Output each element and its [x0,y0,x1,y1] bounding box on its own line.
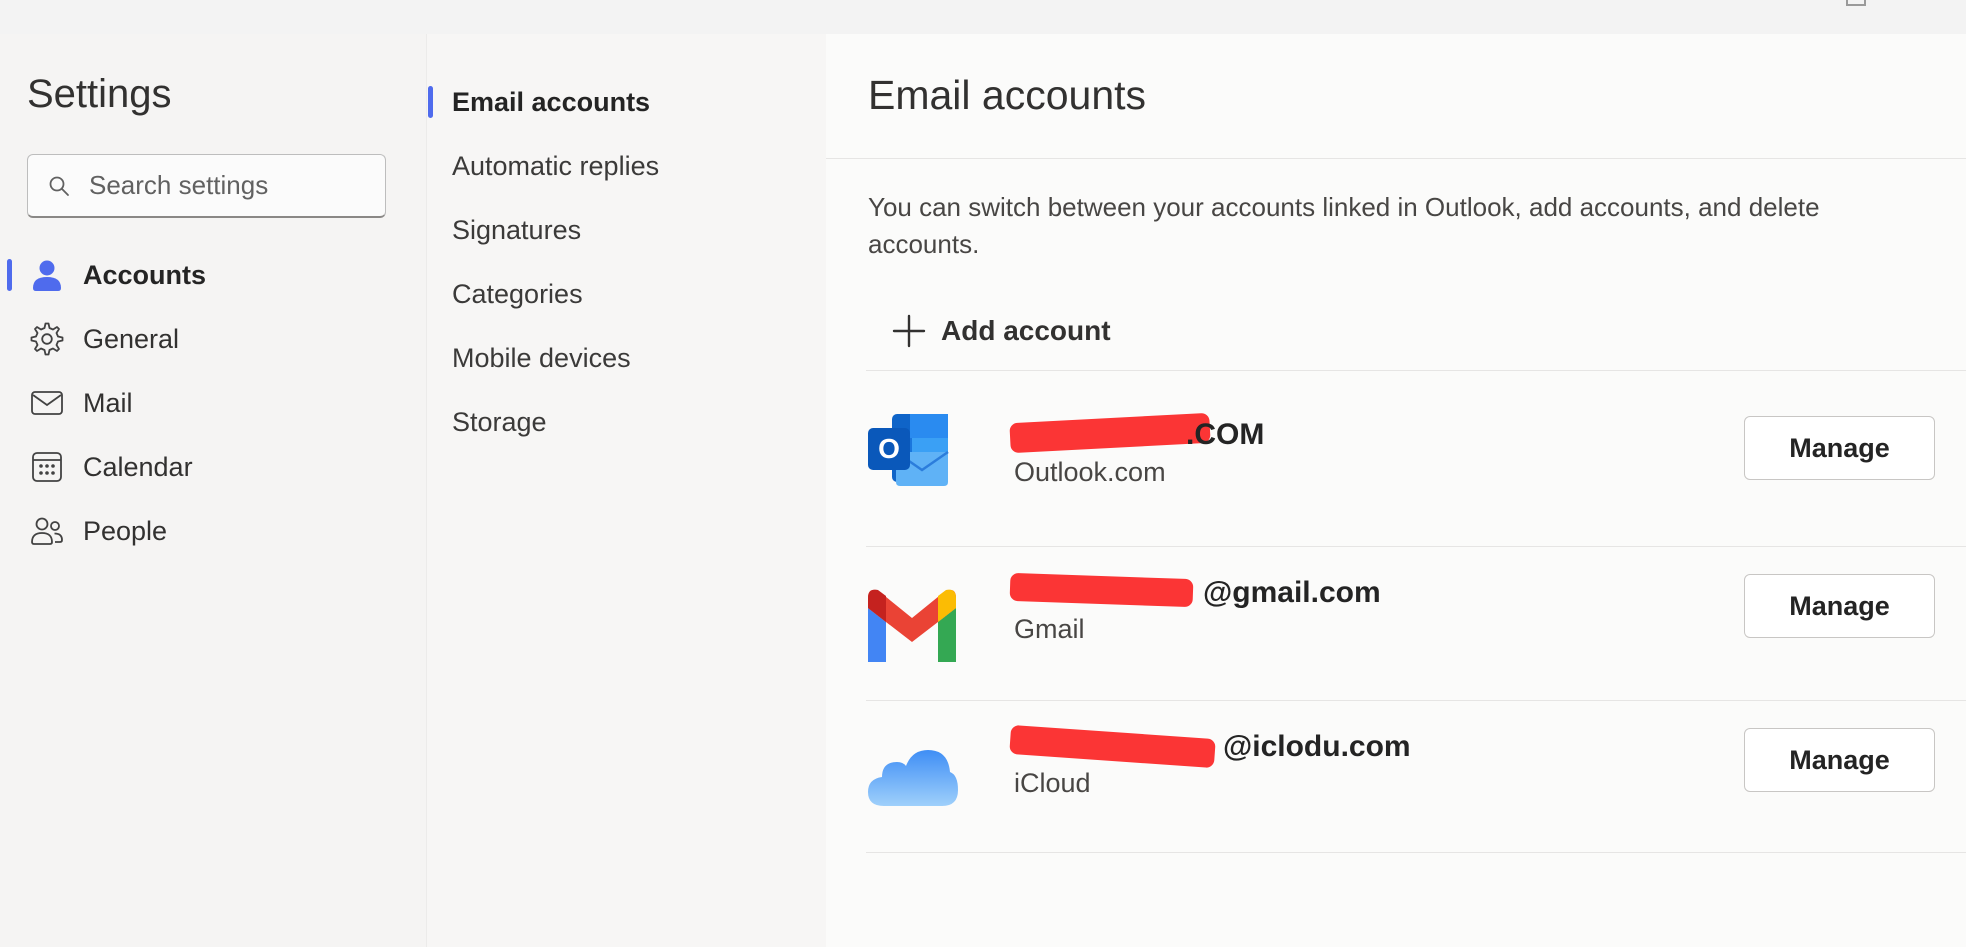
redaction-mark [1009,572,1194,608]
gear-icon [30,322,64,356]
nav-item-general[interactable]: General [0,312,420,366]
plus-icon [892,314,926,348]
account-provider: iCloud [1014,768,1091,798]
active-indicator [7,259,12,291]
icloud-logo-icon [868,750,958,806]
search-settings-box[interactable] [27,154,386,218]
nav-item-calendar[interactable]: Calendar [0,440,420,494]
divider [866,370,1966,371]
person-icon [30,258,64,292]
subnav-item-categories[interactable]: Categories [452,269,583,319]
redaction-mark [1009,724,1216,769]
section-title: Email accounts [868,72,1147,118]
gmail-logo-icon [868,589,956,662]
email-accounts-panel: Email accounts You can switch between yo… [826,34,1966,947]
outlook-logo-icon: O [868,414,949,486]
maximize-icon[interactable] [1846,0,1866,6]
subnav-item-signatures[interactable]: Signatures [452,205,581,255]
account-provider: Outlook.com [1014,457,1166,487]
divider [866,852,1966,853]
account-row-gmail: @gmail.com Gmail Manage [866,548,1966,700]
redaction-mark [1009,412,1211,454]
add-account-label: Add account [941,315,1111,346]
page-title: Settings [27,72,172,116]
nav-item-label: Accounts [83,259,207,290]
nav-item-people[interactable]: People [0,504,420,558]
subnav-item-mobile-devices[interactable]: Mobile devices [452,333,631,383]
add-account-button[interactable]: Add account [892,306,1111,356]
divider [826,158,1966,159]
nav-item-accounts[interactable]: Accounts [0,248,420,302]
manage-button[interactable]: Manage [1744,728,1935,792]
account-email: @gmail.com [1203,576,1381,609]
account-provider: Gmail [1014,614,1085,644]
manage-button[interactable]: Manage [1744,416,1935,480]
account-row-outlook: O .COM Outlook.com Manage [866,372,1966,524]
account-email: @iclodu.com [1223,730,1411,763]
nav-item-label: General [83,323,180,354]
calendar-icon [30,450,64,484]
section-description: You can switch between your accounts lin… [868,192,1820,259]
account-email: .COM [1186,418,1265,451]
search-input[interactable] [89,170,359,201]
account-row-icloud: @iclodu.com iCloud Manage [866,702,1966,854]
nav-item-mail[interactable]: Mail [0,376,420,430]
search-icon [49,176,69,196]
divider [866,700,1966,701]
accounts-subnav-pane: Email accounts Automatic replies Signatu… [426,34,826,947]
subnav-item-storage[interactable]: Storage [452,397,547,447]
subnav-item-automatic-replies[interactable]: Automatic replies [452,141,659,191]
active-indicator [428,86,433,118]
manage-button[interactable]: Manage [1744,574,1935,638]
envelope-icon [30,386,64,420]
nav-item-label: Mail [83,387,133,418]
subnav-item-email-accounts[interactable]: Email accounts [452,77,650,127]
settings-nav-pane: Settings Accounts General [0,34,426,947]
people-icon [30,514,64,548]
nav-item-label: People [83,515,168,546]
svg-text:O: O [878,433,900,464]
window-top-strip [0,0,1966,34]
divider [866,546,1966,547]
nav-item-label: Calendar [83,451,193,482]
